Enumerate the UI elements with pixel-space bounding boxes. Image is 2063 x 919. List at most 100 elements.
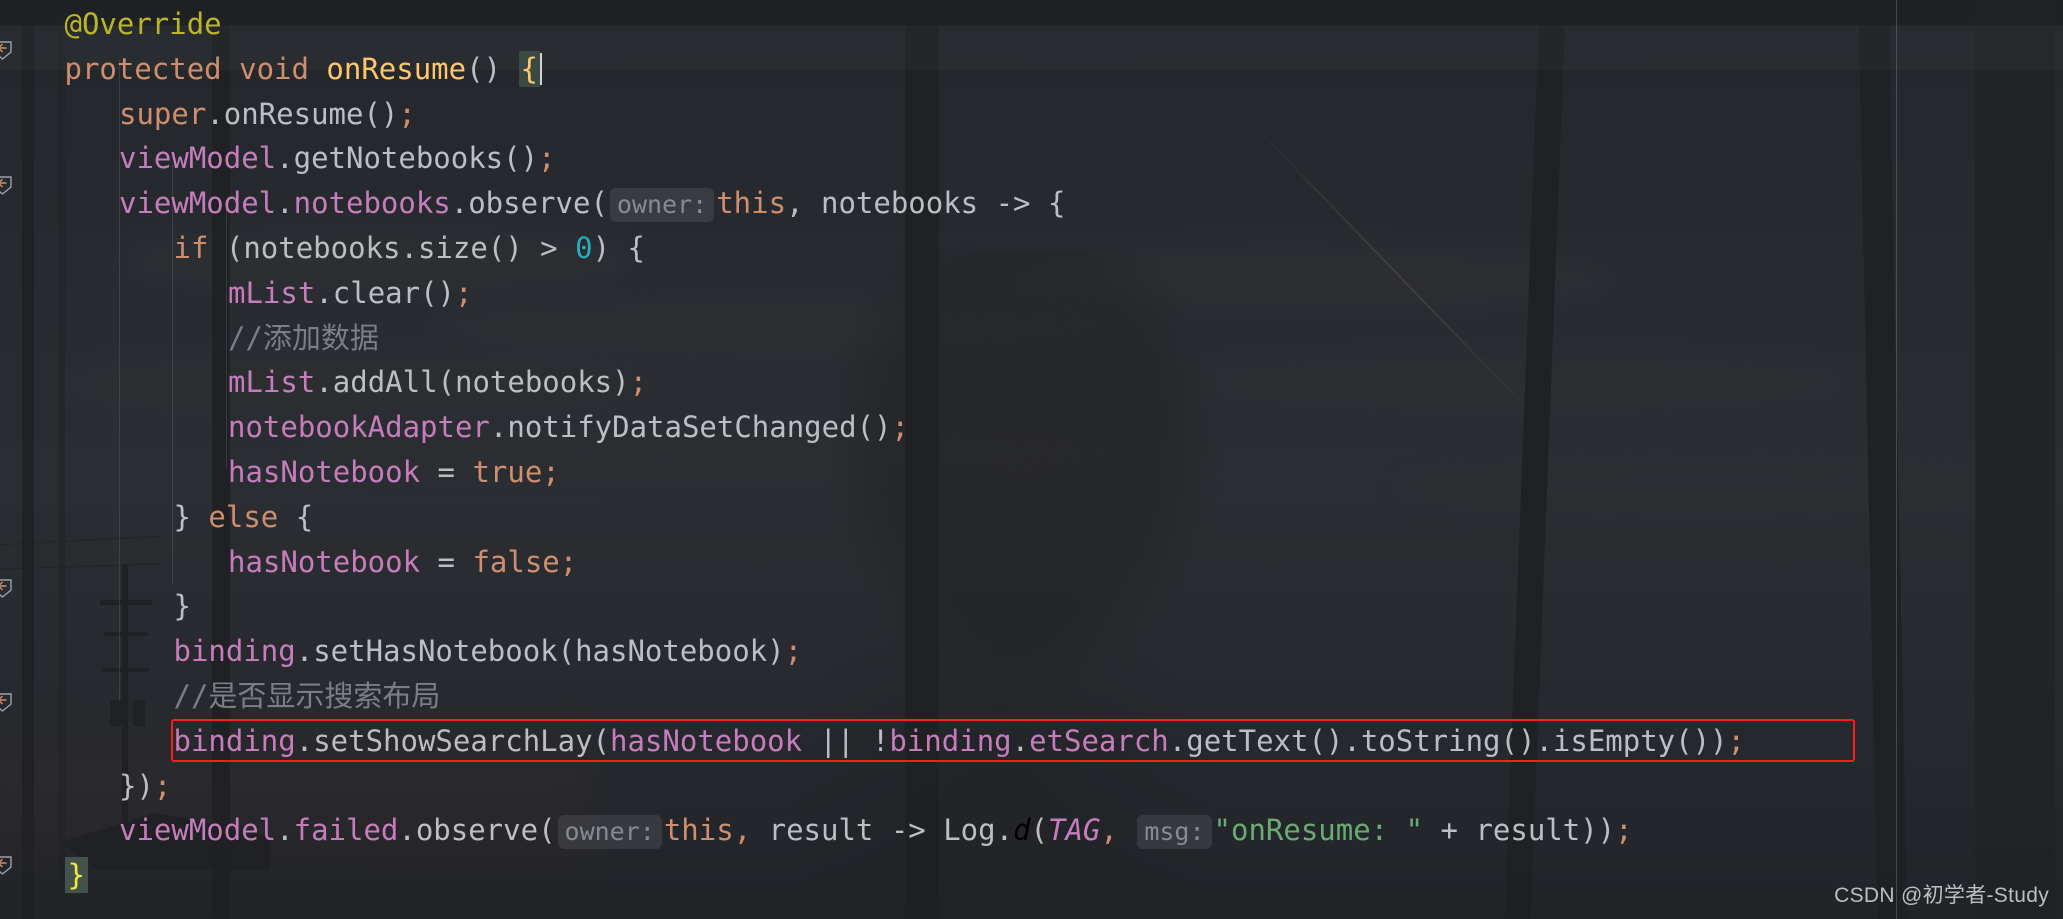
code-token: owner: <box>557 815 662 850</box>
code-token: d <box>1013 813 1031 848</box>
code-token: protected <box>64 51 222 86</box>
code-token: }) <box>119 768 154 803</box>
code-line[interactable]: if (notebooks.size() > 0) { <box>0 226 2063 271</box>
code-token: 0 <box>575 231 593 265</box>
code-token: result -> Log. <box>751 813 1014 848</box>
code-token: onResume <box>326 51 467 86</box>
code-token: . <box>276 186 294 221</box>
code-token: super <box>119 96 207 131</box>
code-token: ; <box>538 141 556 176</box>
code-token: ; <box>398 96 416 131</box>
code-token: (hasNotebook) <box>557 634 785 669</box>
code-line[interactable]: viewModel.getNotebooks(); <box>0 136 2063 181</box>
code-line[interactable]: hasNotebook = false; <box>0 540 2063 585</box>
code-token: size <box>417 231 488 265</box>
code-token: = <box>420 544 473 579</box>
text-caret <box>539 52 542 85</box>
code-token: setHasNotebook <box>313 634 558 669</box>
code-token: failed <box>293 813 399 848</box>
code-token: () <box>466 51 502 86</box>
code-token: , notebooks -> { <box>786 186 1066 221</box>
code-line[interactable]: //添加数据 <box>0 316 2063 361</box>
code-token: addAll <box>332 365 438 400</box>
code-token: { <box>278 499 314 534</box>
code-token: getNotebooks <box>293 141 504 176</box>
code-token: + result)) <box>1423 813 1616 848</box>
code-token: //添加数据 <box>228 320 379 355</box>
code-token: () <box>420 275 456 310</box>
code-token: false <box>472 544 560 579</box>
code-line[interactable]: protected void onResume() { <box>0 47 2063 92</box>
code-line[interactable]: } <box>0 584 2063 629</box>
code-token: observe <box>415 813 539 848</box>
code-content[interactable]: @Override protected void onResume() {supe… <box>0 0 2063 919</box>
code-token: } <box>173 499 209 534</box>
code-token: ; <box>153 768 172 803</box>
code-line[interactable]: } else { <box>0 495 2063 540</box>
code-token: () <box>363 96 399 131</box>
code-token: ) { <box>592 231 645 265</box>
code-token: clear <box>332 275 421 310</box>
code-token: hasNotebook <box>228 455 421 489</box>
code-token: if <box>173 231 209 265</box>
code-token: owner: <box>609 188 715 223</box>
code-token: ; <box>629 365 648 400</box>
code-token: . <box>489 410 508 445</box>
code-token: . <box>315 275 333 310</box>
code-line[interactable]: @Override <box>0 2 2063 47</box>
code-token: . <box>450 186 469 221</box>
code-token: , <box>1100 813 1118 848</box>
code-token: . <box>206 96 224 131</box>
code-line[interactable]: }); <box>0 764 2063 809</box>
code-token: true <box>472 455 543 489</box>
code-line[interactable]: mList.clear(); <box>0 271 2063 316</box>
code-token: observe <box>468 186 591 221</box>
code-token: () > <box>487 231 576 265</box>
code-token: mList <box>228 275 316 310</box>
code-token: msg: <box>1137 815 1212 850</box>
code-token: this <box>663 813 734 848</box>
code-token: . <box>276 813 294 848</box>
code-token: ; <box>559 544 578 579</box>
code-line[interactable]: binding.setHasNotebook(hasNotebook); <box>0 629 2063 674</box>
code-token: viewModel <box>119 141 277 176</box>
code-token: void <box>239 51 309 86</box>
code-token: @Override <box>64 7 222 41</box>
code-token: "onResume: " <box>1213 813 1424 848</box>
code-token: viewModel <box>119 813 277 848</box>
code-line[interactable]: notebookAdapter.notifyDataSetChanged(); <box>0 405 2063 450</box>
code-token: notebookAdapter <box>228 410 490 445</box>
code-token: this <box>716 186 787 221</box>
code-token: binding <box>173 634 296 669</box>
code-token: . <box>315 365 333 400</box>
code-token: ; <box>455 275 473 310</box>
code-token: ; <box>891 410 909 445</box>
code-token: ( <box>1030 813 1048 848</box>
code-line[interactable]: viewModel.notebooks.observe(owner: this, … <box>0 181 2063 226</box>
code-line[interactable]: } <box>0 853 2063 898</box>
code-line[interactable]: super.onResume(); <box>0 92 2063 137</box>
code-line[interactable]: mList.addAll(notebooks); <box>0 360 2063 405</box>
code-token: } <box>64 857 88 894</box>
code-token: ; <box>542 455 560 489</box>
red-highlight-box <box>171 718 1855 762</box>
code-token: else <box>208 499 279 534</box>
code-token: . <box>276 141 294 176</box>
code-token: , <box>733 813 752 848</box>
code-token: { <box>518 50 540 87</box>
code-token: ; <box>784 634 803 669</box>
code-token: ( <box>590 186 608 221</box>
code-line[interactable]: //是否显示搜索布局 <box>0 674 2063 719</box>
code-token: viewModel <box>119 186 277 221</box>
code-token: notebooks <box>293 186 451 221</box>
code-token: . <box>398 813 416 848</box>
csdn-watermark: CSDN @初学者-Study <box>1834 884 2049 907</box>
code-line[interactable]: hasNotebook = true; <box>0 450 2063 495</box>
code-token: (notebooks. <box>208 231 418 265</box>
code-editor-screenshot: @Override protected void onResume() {supe… <box>0 0 2063 919</box>
code-line[interactable]: viewModel.failed.observe(owner: this, res… <box>0 808 2063 853</box>
code-token: TAG <box>1048 813 1101 848</box>
